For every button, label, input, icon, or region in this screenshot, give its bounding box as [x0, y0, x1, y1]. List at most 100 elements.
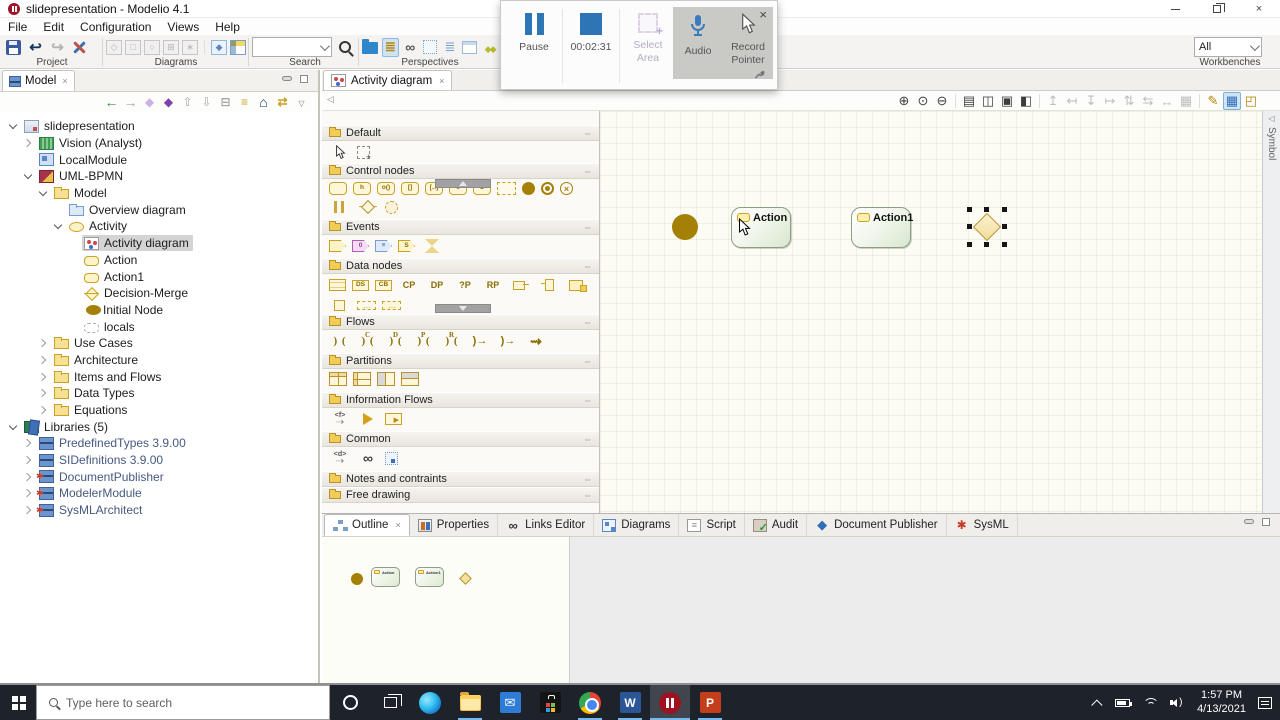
tree-item-sidefinitions-3-9-00[interactable]: SIDefinitions 3.9.00 [0, 452, 318, 469]
menu-edit[interactable]: Edit [43, 20, 64, 34]
screenshot-button[interactable]: ▣ [998, 92, 1016, 110]
search-button[interactable] [335, 38, 354, 57]
new-project-folder-button[interactable] [362, 38, 379, 57]
close-tab-icon[interactable]: × [439, 76, 444, 86]
tab-links-editor[interactable]: Links Editor [498, 514, 595, 536]
tree-item-use-cases[interactable]: Use Cases [0, 335, 318, 352]
save-image-button[interactable]: ◫ [979, 92, 997, 110]
input-pin-tool[interactable] [510, 277, 532, 293]
expander-closed-icon[interactable] [23, 138, 33, 148]
control-flow-tool[interactable] [329, 333, 351, 349]
tab-audit[interactable]: Audit [745, 514, 808, 536]
horizontal-partition-container-tool[interactable] [401, 372, 419, 386]
taskbar-app-word[interactable]: W [610, 685, 650, 720]
dependency-flow-tool[interactable] [525, 333, 547, 349]
palette-section-flows[interactable]: Flows ⇔ [322, 314, 599, 330]
expansion-node-in-tool[interactable] [357, 300, 376, 312]
tree-item-slidepresentation[interactable]: slidepresentation [0, 118, 318, 135]
expand-symbol-icon[interactable]: ◁ [1268, 114, 1274, 123]
zoom-original-button[interactable]: ⊙ [914, 92, 932, 110]
vertical-partition-tool[interactable] [329, 372, 347, 386]
restore-button[interactable] [1196, 0, 1238, 18]
save-button[interactable] [4, 38, 23, 57]
collapse-all-button[interactable] [217, 94, 234, 111]
prev-element-button[interactable] [141, 94, 158, 111]
tree-item-activity[interactable]: Activity [0, 218, 318, 235]
selection-handle[interactable] [1002, 242, 1007, 247]
tree-item-initial-node[interactable]: Initial Node [0, 302, 318, 319]
palette-scroll-down[interactable] [435, 304, 491, 313]
flow-arrow-tool[interactable] [497, 333, 519, 349]
diagram-button[interactable] [422, 38, 439, 57]
rp-pin-tool[interactable]: RP [482, 277, 504, 293]
value-pin-tool[interactable] [566, 277, 588, 293]
minimize-view-button[interactable] [1244, 519, 1254, 524]
bpmn-cluster-button[interactable] [481, 38, 498, 57]
palette-section-notes-and-contraints[interactable]: Notes and contraints ⇔ [322, 471, 599, 487]
information-flow-tool[interactable]: <f> [329, 411, 351, 427]
workbenches-combobox[interactable]: All [1194, 37, 1262, 57]
taskbar-app-file-explorer[interactable] [450, 685, 490, 720]
activity-final-node-tool[interactable] [541, 182, 554, 195]
actor-diagram-button[interactable]: ∗ [182, 39, 199, 55]
action-tool[interactable] [329, 182, 347, 195]
parameter-node-tool[interactable] [329, 297, 351, 313]
control-flow-c-tool[interactable]: C [357, 332, 379, 349]
flat-hierarchy-button[interactable] [236, 94, 253, 111]
fork-join-node-tool[interactable] [329, 199, 351, 215]
selection-tool-tool[interactable] [329, 144, 351, 160]
tab-document-publisher[interactable]: Document Publisher [807, 514, 947, 536]
decision-merge-node-tool[interactable] [357, 199, 379, 215]
tree-item-modelermodule[interactable]: ModelerModule [0, 485, 318, 502]
sync-tree-button[interactable] [274, 94, 291, 111]
pause-button[interactable]: Pause [509, 7, 559, 85]
cp-pin-tool[interactable]: CP [398, 277, 420, 293]
expander-closed-icon[interactable] [23, 438, 33, 448]
information-flow-realized-tool[interactable] [357, 411, 379, 427]
menu-file[interactable]: File [8, 20, 27, 34]
tab-diagrams[interactable]: Diagrams [594, 514, 680, 536]
navigate-back-button[interactable] [103, 94, 120, 111]
expander-closed-icon[interactable] [23, 488, 33, 498]
control-flow-p-tool[interactable]: P [413, 332, 435, 349]
move-down-button[interactable] [198, 94, 215, 111]
initial-node-shape[interactable] [672, 214, 698, 240]
close-icon[interactable]: × [759, 7, 767, 22]
composite-diagram-button[interactable]: ⊞ [163, 39, 180, 55]
close-button[interactable]: × [1238, 0, 1280, 18]
action1-node-shape[interactable]: Action1 [851, 207, 913, 248]
palette-section-events[interactable]: Events ⇔ [322, 219, 599, 235]
tree-item-model[interactable]: Model [0, 185, 318, 202]
tree-item-action[interactable]: Action [0, 252, 318, 269]
auto-diagram-button[interactable]: ◆ [211, 39, 228, 55]
palette-scroll-up[interactable] [435, 179, 491, 188]
tree-item-decision-merge[interactable]: Decision-Merge [0, 285, 318, 302]
module-catalog-button[interactable] [461, 38, 478, 57]
maximize-view-button[interactable] [300, 75, 308, 83]
related-diagram-link-tool[interactable] [357, 450, 379, 466]
taskbar-search-box[interactable]: Type here to search [36, 685, 330, 720]
horizontal-partition-tool[interactable] [353, 372, 371, 386]
tab-symbol[interactable]: Symbol [1266, 127, 1277, 160]
tree-item-architecture[interactable]: Architecture [0, 352, 318, 369]
menu-help[interactable]: Help [215, 20, 240, 34]
expander-closed-icon[interactable] [23, 505, 33, 515]
change-event-tool[interactable]: ≡ [375, 240, 392, 252]
dp-pin-tool[interactable]: DP [426, 277, 448, 293]
decision-node-selected[interactable] [967, 207, 1007, 247]
tree-item-libraries-5[interactable]: Libraries (5) [0, 418, 318, 435]
vertical-partition-container-tool[interactable] [377, 372, 395, 386]
flow-final-node-tool[interactable] [560, 182, 573, 195]
datastore-node-tool[interactable]: DS [352, 279, 369, 291]
palette-section-control-nodes[interactable]: Control nodes ⇔ [322, 163, 599, 179]
outline-view[interactable]: Action Action1 [322, 537, 570, 683]
zoom-in-button[interactable]: ⊕ [895, 92, 913, 110]
tree-item-documentpublisher[interactable]: DocumentPublisher [0, 468, 318, 485]
menu-configuration[interactable]: Configuration [80, 20, 151, 34]
selection-handle[interactable] [984, 207, 989, 212]
signal-event-tool[interactable] [329, 240, 346, 252]
selection-handle[interactable] [967, 207, 972, 212]
tree-item-localmodule[interactable]: LocalModule [0, 151, 318, 168]
palette-section-partitions[interactable]: Partitions ⇔ [322, 353, 599, 369]
palette-section-free-drawing[interactable]: Free drawing ⇔ [322, 487, 599, 503]
